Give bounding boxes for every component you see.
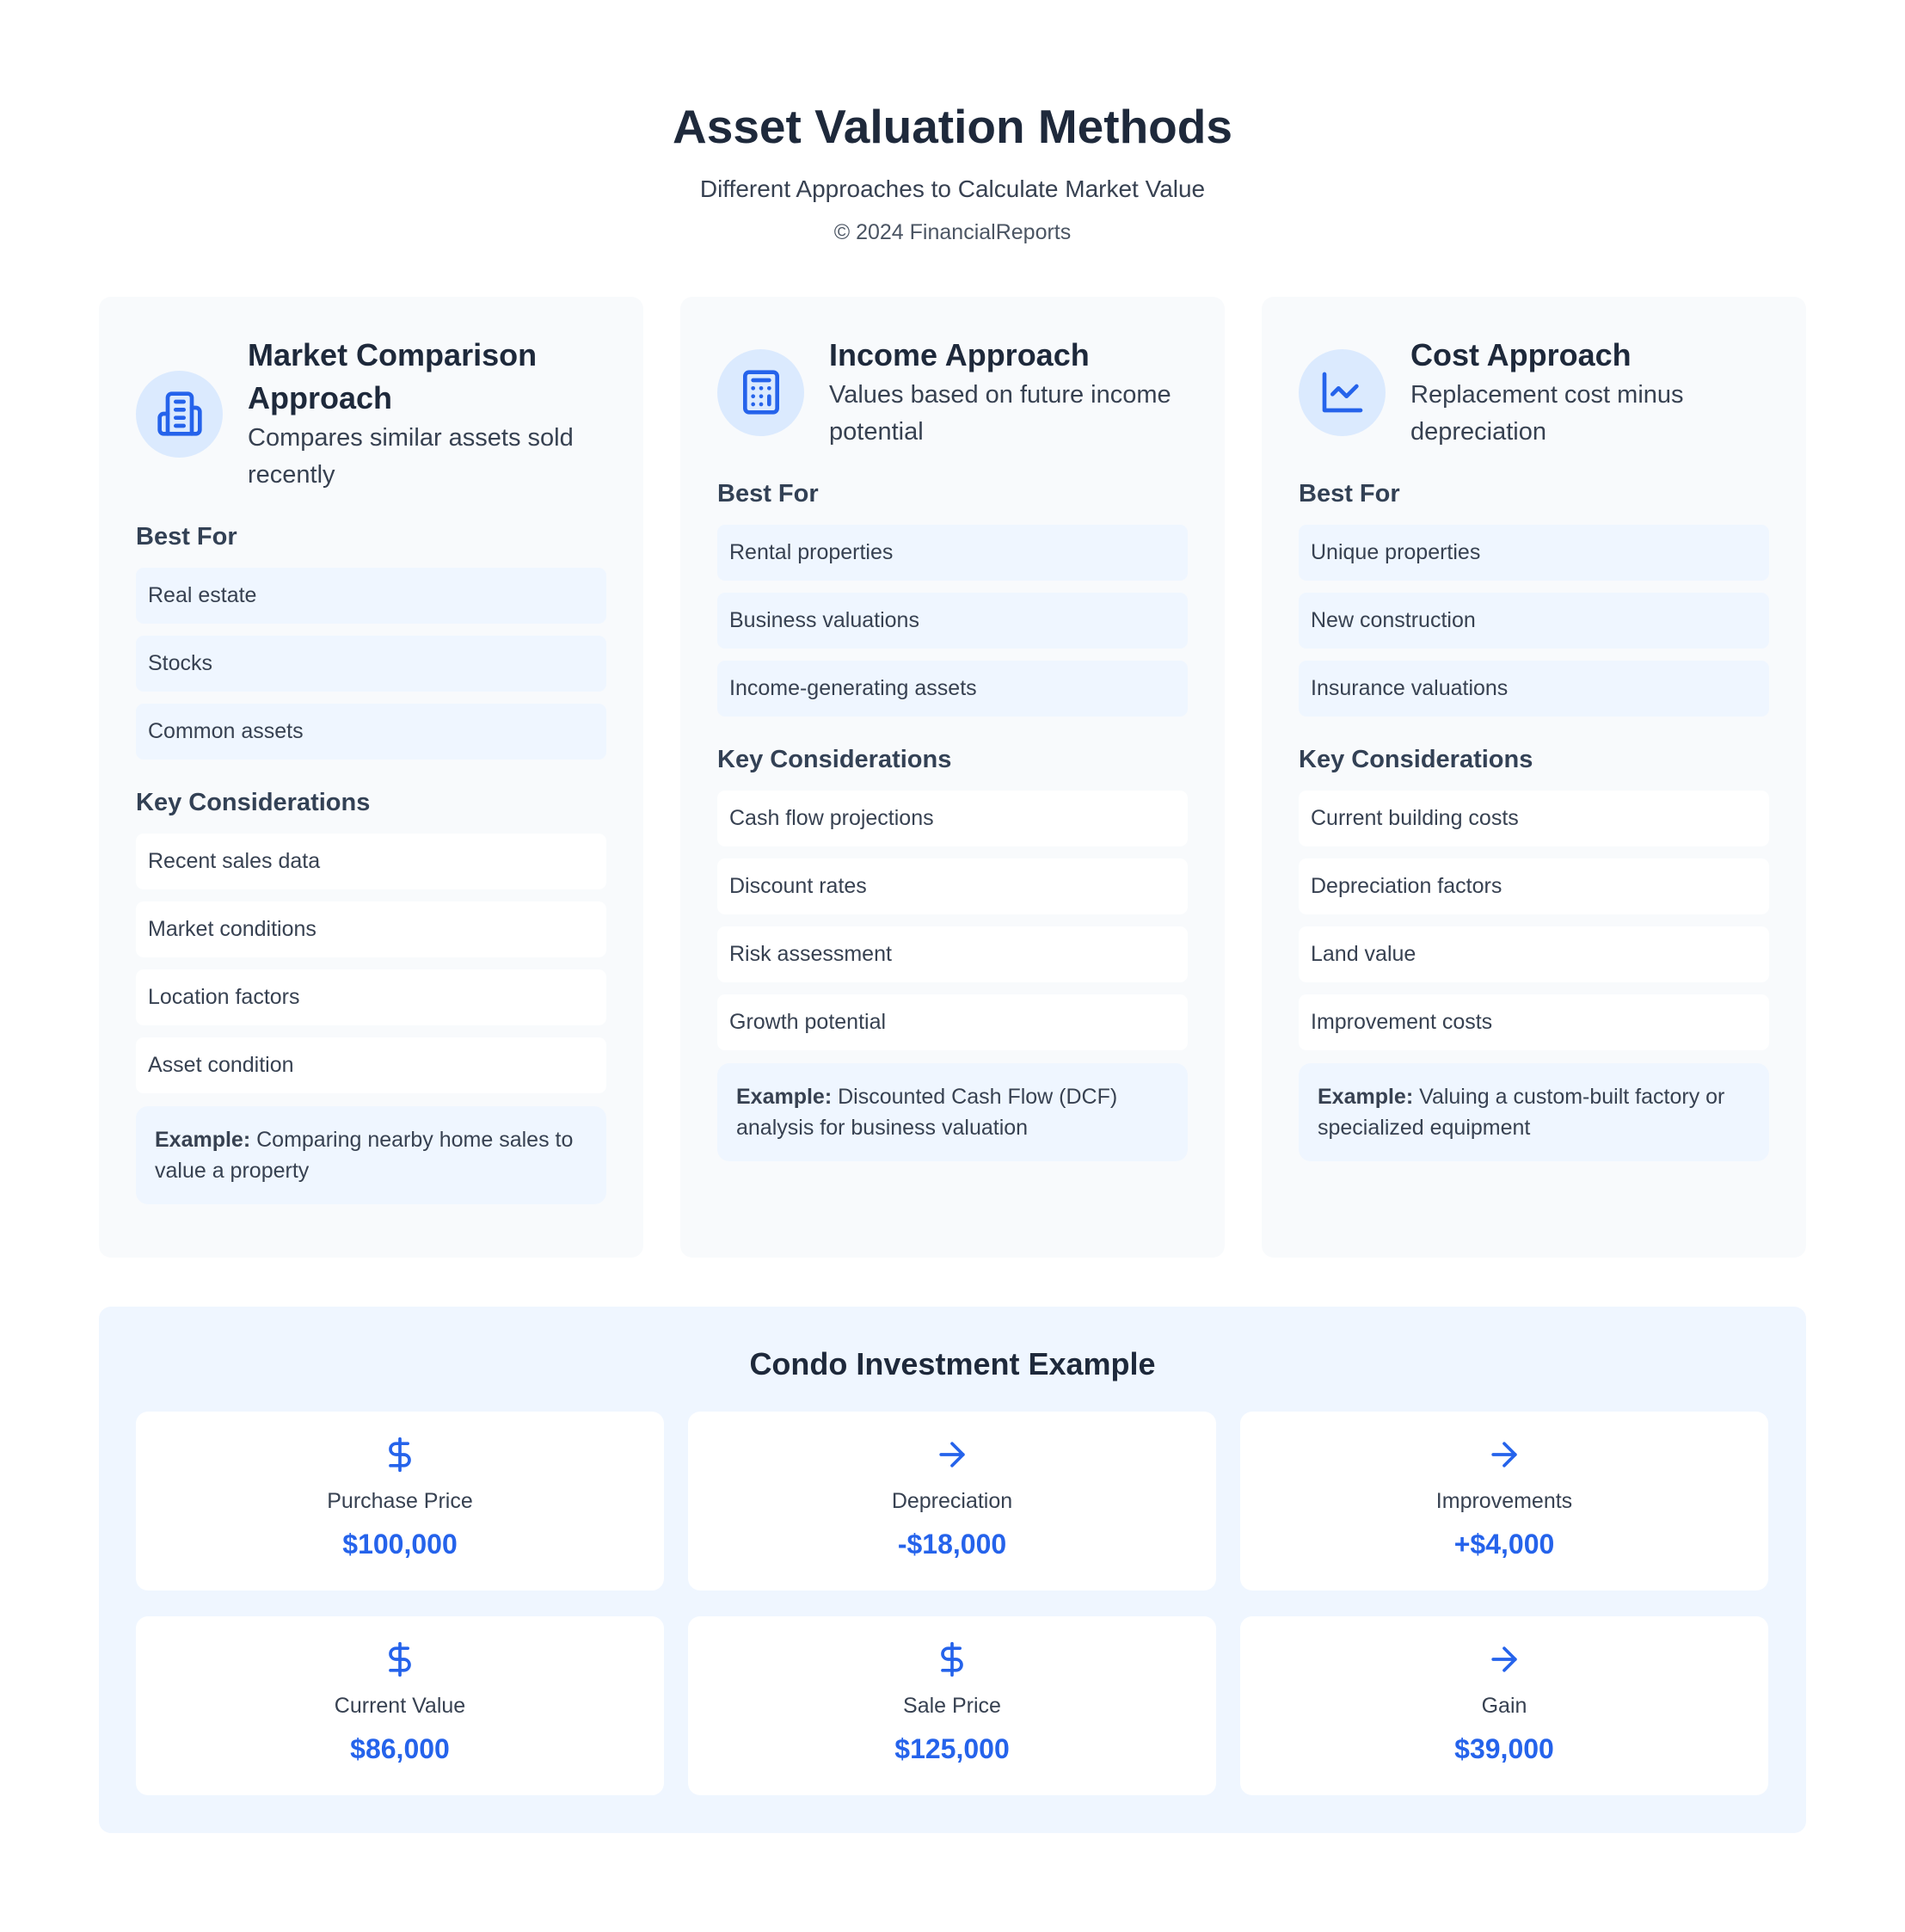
best-for-item: Income-generating assets	[717, 661, 1188, 717]
tile-value: $39,000	[1454, 1733, 1554, 1764]
key-considerations-list: Current building costs Depreciation fact…	[1299, 791, 1769, 1050]
method-card-cost: Cost Approach Replacement cost minus dep…	[1262, 297, 1806, 1258]
consideration-item: Land value	[1299, 926, 1769, 982]
key-considerations-list: Cash flow projections Discount rates Ris…	[717, 791, 1188, 1050]
card-description: Compares similar assets sold recently	[248, 424, 574, 489]
consideration-item: Location factors	[136, 969, 606, 1025]
condo-tile-improvements: Improvements +$4,000	[1240, 1412, 1768, 1591]
card-title: Market Comparison Approach	[248, 337, 538, 415]
consideration-item: Cash flow projections	[717, 791, 1188, 846]
page-title: Asset Valuation Methods	[673, 100, 1232, 153]
consideration-item: Market conditions	[136, 901, 606, 957]
tile-value: $100,000	[342, 1529, 458, 1560]
key-considerations-list: Recent sales data Market conditions Loca…	[136, 834, 606, 1093]
condo-title: Condo Investment Example	[749, 1346, 1156, 1381]
card-header: Market Comparison Approach Compares simi…	[136, 334, 606, 494]
page-subtitle: Different Approaches to Calculate Market…	[699, 175, 1206, 202]
dollar-icon	[381, 1640, 419, 1678]
best-for-heading: Best For	[136, 523, 237, 551]
example-label: Example:	[1318, 1085, 1414, 1109]
dollar-icon	[933, 1640, 971, 1678]
example-label: Example:	[736, 1085, 833, 1109]
tile-label: Sale Price	[903, 1694, 1001, 1718]
tile-label: Improvements	[1435, 1489, 1573, 1513]
consideration-item: Current building costs	[1299, 791, 1769, 846]
best-for-item: Insurance valuations	[1299, 661, 1769, 717]
tile-value: +$4,000	[1453, 1529, 1555, 1560]
page-header: Asset Valuation Methods Different Approa…	[0, 96, 1905, 246]
card-description: Replacement cost minus depreciation	[1410, 381, 1684, 446]
condo-tile-sale-price: Sale Price $125,000	[688, 1616, 1216, 1795]
methods-grid: Market Comparison Approach Compares simi…	[99, 297, 1806, 1258]
card-heading-text: Income Approach Values based on future i…	[829, 334, 1188, 451]
arrow-right-icon	[933, 1436, 971, 1474]
tile-label: Gain	[1481, 1694, 1527, 1718]
condo-tile-purchase-price: Purchase Price $100,000	[136, 1412, 664, 1591]
method-card-market-comparison: Market Comparison Approach Compares simi…	[99, 297, 643, 1258]
example-box: Example: Valuing a custom-built factory …	[1299, 1063, 1769, 1161]
best-for-item: Unique properties	[1299, 525, 1769, 581]
dollar-icon	[381, 1436, 419, 1474]
consideration-item: Recent sales data	[136, 834, 606, 889]
consideration-item: Depreciation factors	[1299, 858, 1769, 914]
example-box: Example: Comparing nearby home sales to …	[136, 1106, 606, 1204]
best-for-item: Rental properties	[717, 525, 1188, 581]
condo-example-panel: Condo Investment Example Purchase Price …	[99, 1307, 1806, 1833]
best-for-list: Unique properties New construction Insur…	[1299, 525, 1769, 717]
building-icon	[136, 370, 223, 458]
card-title: Cost Approach	[1410, 337, 1632, 372]
tile-label: Purchase Price	[327, 1489, 473, 1513]
arrow-right-icon	[1485, 1640, 1523, 1678]
consideration-item: Risk assessment	[717, 926, 1188, 982]
calculator-icon	[717, 348, 804, 436]
tile-label: Depreciation	[891, 1489, 1013, 1513]
card-heading-text: Market Comparison Approach Compares simi…	[248, 334, 606, 494]
key-considerations-heading: Key Considerations	[717, 746, 952, 773]
example-label: Example:	[155, 1128, 251, 1152]
best-for-item: Business valuations	[717, 593, 1188, 649]
consideration-item: Asset condition	[136, 1037, 606, 1093]
best-for-list: Rental properties Business valuations In…	[717, 525, 1188, 717]
key-considerations-heading: Key Considerations	[136, 789, 371, 816]
best-for-list: Real estate Stocks Common assets	[136, 568, 606, 760]
key-considerations-heading: Key Considerations	[1299, 746, 1533, 773]
best-for-item: Stocks	[136, 636, 606, 692]
best-for-item: New construction	[1299, 593, 1769, 649]
consideration-item: Growth potential	[717, 994, 1188, 1050]
consideration-item: Improvement costs	[1299, 994, 1769, 1050]
tile-value: $86,000	[350, 1733, 450, 1764]
arrow-right-icon	[1485, 1436, 1523, 1474]
condo-tile-gain: Gain $39,000	[1240, 1616, 1768, 1795]
card-heading-text: Cost Approach Replacement cost minus dep…	[1410, 334, 1769, 451]
condo-tile-current-value: Current Value $86,000	[136, 1616, 664, 1795]
copyright-notice: © 2024 FinancialReports	[833, 220, 1072, 244]
tile-label: Current Value	[334, 1694, 466, 1718]
card-header: Income Approach Values based on future i…	[717, 334, 1188, 451]
tile-value: $125,000	[894, 1733, 1010, 1764]
condo-tiles: Purchase Price $100,000 Depreciation -$1…	[136, 1412, 1769, 1795]
condo-tile-depreciation: Depreciation -$18,000	[688, 1412, 1216, 1591]
method-card-income: Income Approach Values based on future i…	[680, 297, 1225, 1258]
consideration-item: Discount rates	[717, 858, 1188, 914]
best-for-heading: Best For	[1299, 480, 1400, 508]
best-for-item: Real estate	[136, 568, 606, 624]
example-box: Example: Discounted Cash Flow (DCF) anal…	[717, 1063, 1188, 1161]
line-chart-icon	[1299, 348, 1386, 436]
best-for-item: Common assets	[136, 704, 606, 760]
card-description: Values based on future income potential	[829, 381, 1171, 446]
tile-value: -$18,000	[897, 1529, 1007, 1560]
best-for-heading: Best For	[717, 480, 819, 508]
card-title: Income Approach	[829, 337, 1090, 372]
card-header: Cost Approach Replacement cost minus dep…	[1299, 334, 1769, 451]
